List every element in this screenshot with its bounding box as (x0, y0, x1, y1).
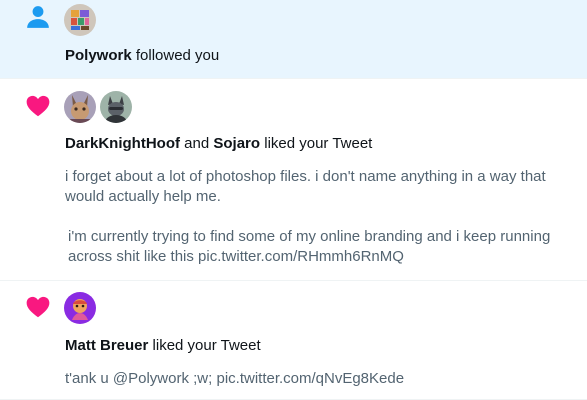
action-text: followed you (135, 47, 220, 64)
liked-tweet-text[interactable]: t'ank u @Polywork ;w; pic.twitter.com/qN… (65, 369, 570, 389)
tweet-paragraph: t'ank u @Polywork ;w; pic.twitter.com/qN… (65, 370, 405, 387)
heart-icon (25, 93, 51, 124)
actor-name[interactable]: Matt Breuer (65, 337, 148, 354)
notification-text: Polywork followed you (65, 46, 219, 66)
tweet-paragraph: i forget about a lot of photoshop files.… (65, 168, 546, 205)
avatar-darkknighthoof[interactable] (64, 91, 96, 123)
tweet-paragraph: i'm currently trying to find some of my … (68, 228, 551, 265)
actor-name[interactable]: DarkKnightHoof (65, 135, 180, 152)
heart-icon (25, 294, 51, 325)
avatar-sojaro[interactable] (100, 91, 132, 123)
avatar-polywork[interactable] (64, 4, 96, 36)
person-icon (25, 4, 51, 35)
action-text: liked your Tweet (264, 135, 373, 152)
notification-follow[interactable]: Polywork followed you (0, 0, 587, 79)
notification-text: DarkKnightHoof and Sojaro liked your Twe… (65, 134, 372, 154)
actor-name[interactable]: Polywork (65, 47, 132, 64)
avatar-matt-breuer[interactable] (64, 292, 96, 324)
actor-name[interactable]: Sojaro (213, 135, 260, 152)
conjunction: and (184, 135, 210, 152)
liked-tweet-text[interactable]: i forget about a lot of photoshop files.… (65, 167, 570, 267)
notification-text: Matt Breuer liked your Tweet (65, 336, 261, 356)
action-text: liked your Tweet (152, 337, 261, 354)
notification-like[interactable]: Matt Breuer liked your Tweet t'ank u @Po… (0, 281, 587, 400)
notification-like[interactable]: DarkKnightHoof and Sojaro liked your Twe… (0, 79, 587, 281)
